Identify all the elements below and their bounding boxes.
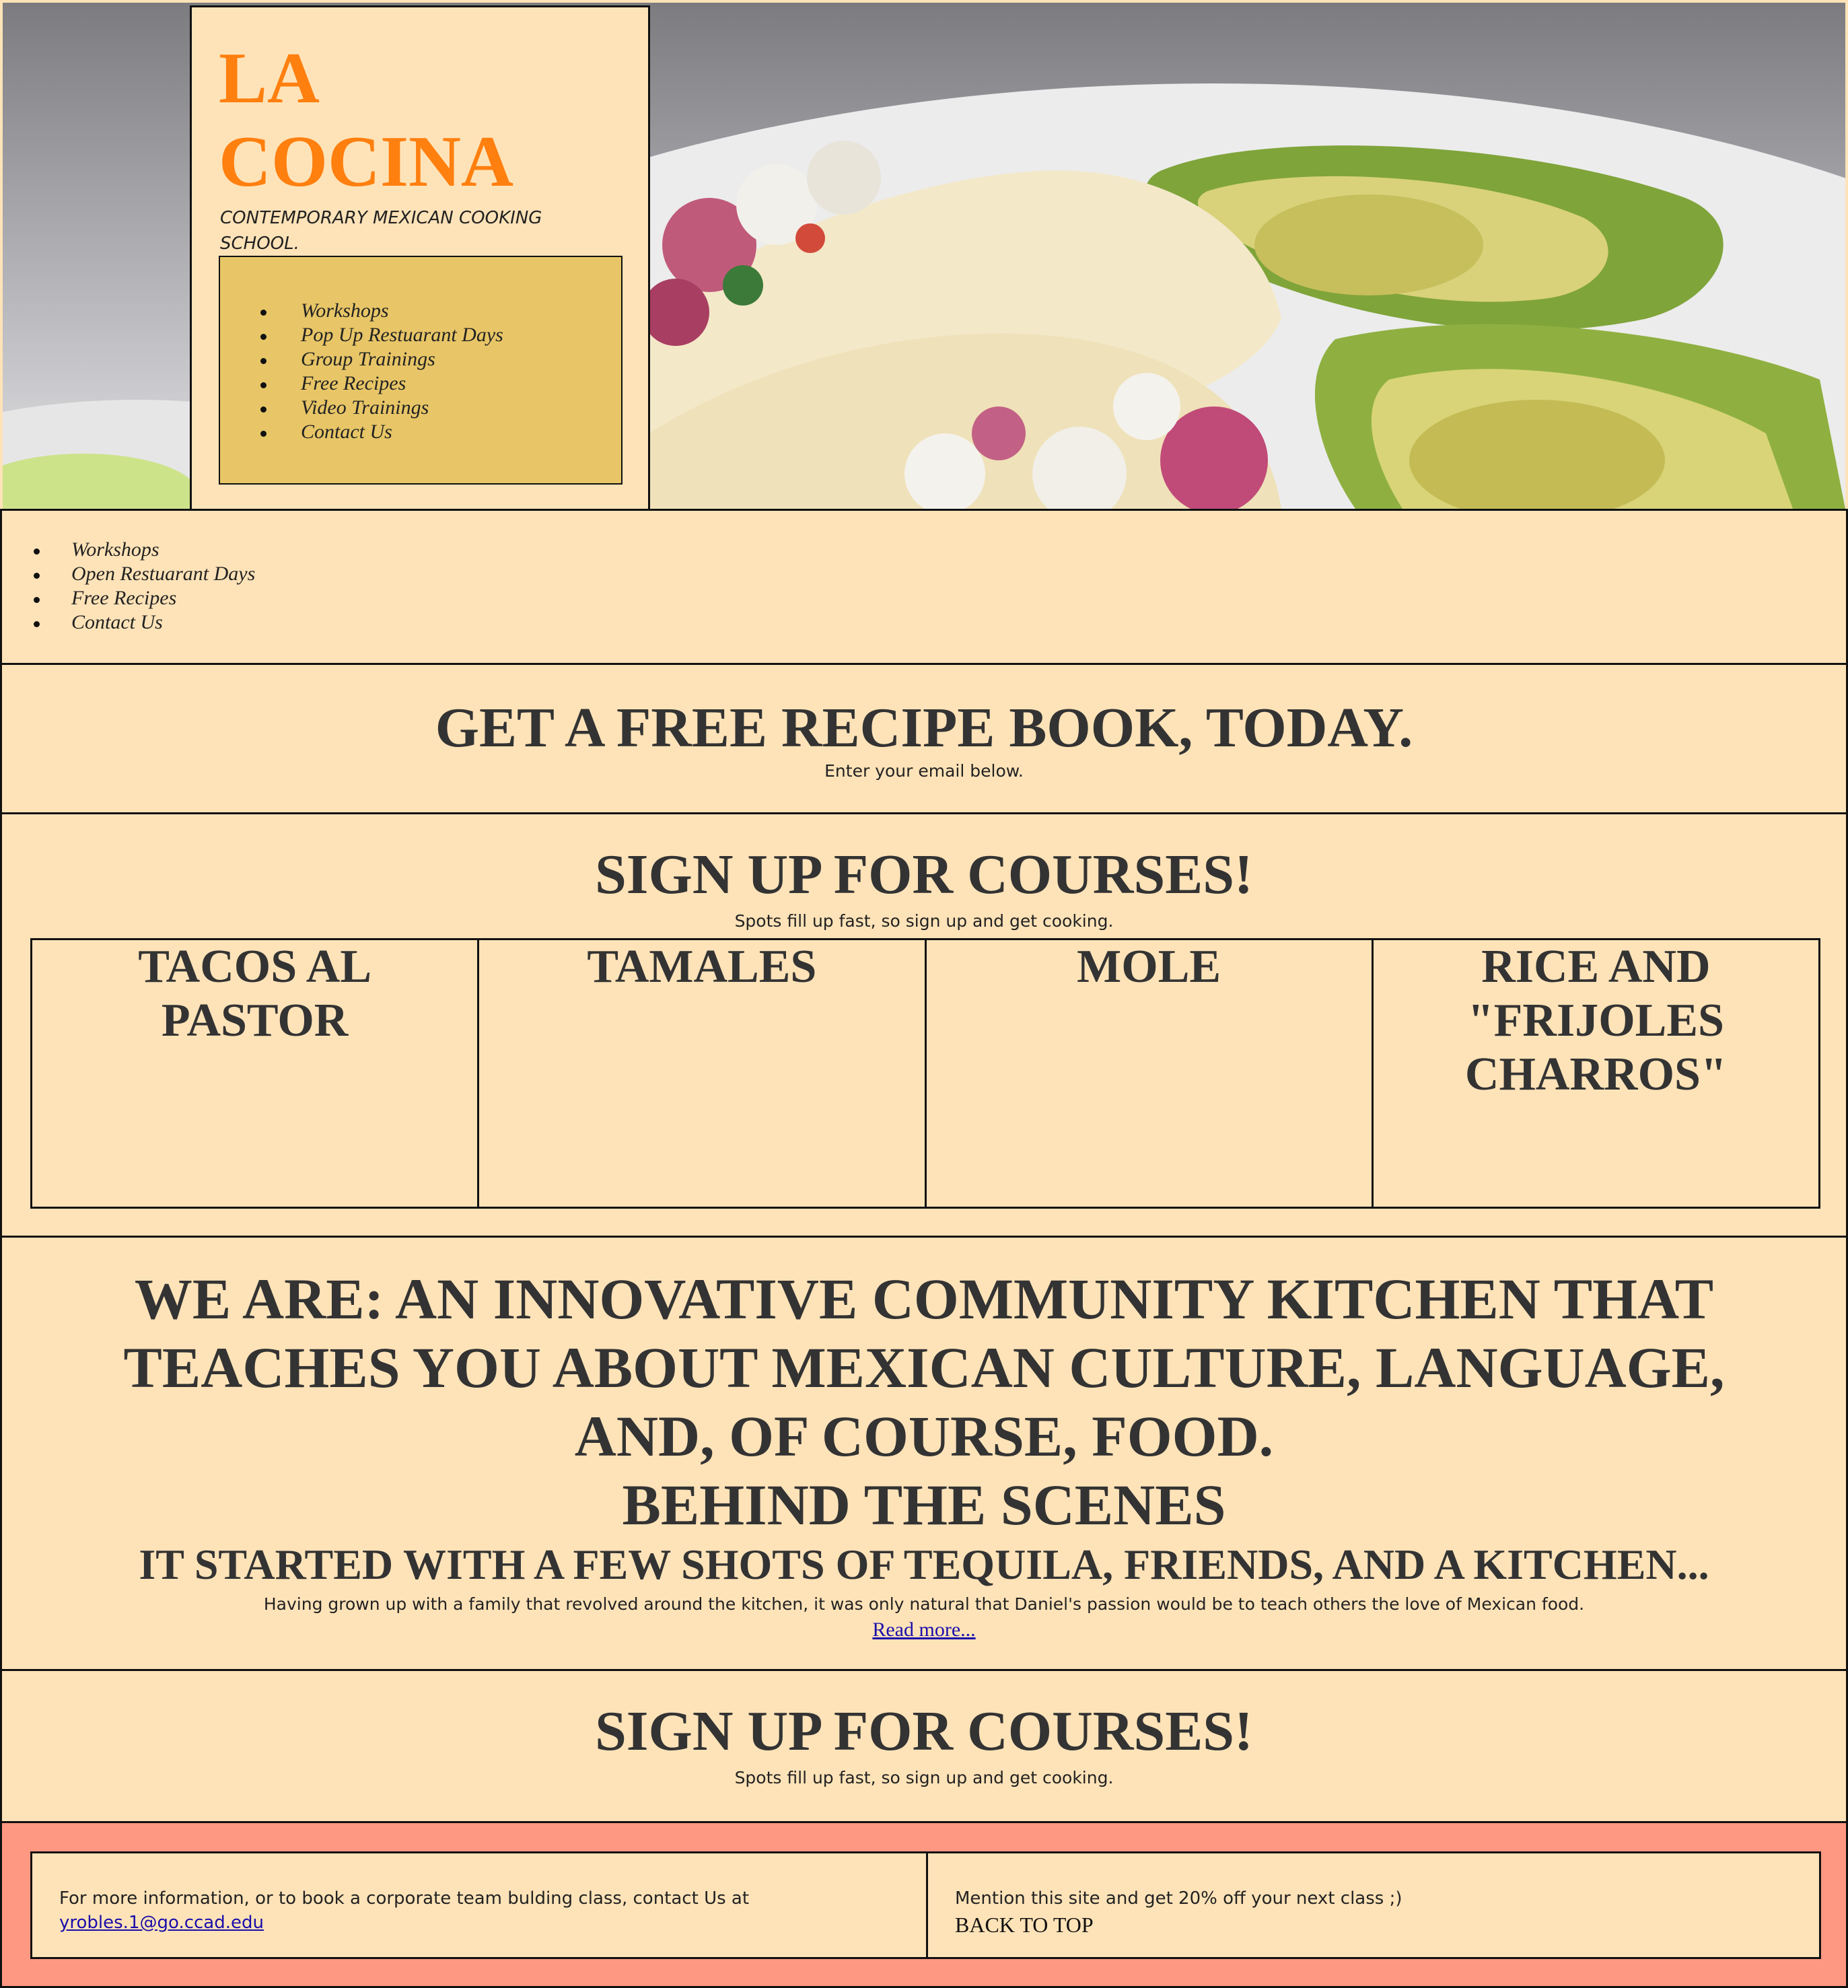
footer-contact-text: For more information, or to book a corpo… bbox=[59, 1888, 750, 1909]
secondary-nav-item-open-days[interactable]: Open Restuarant Days bbox=[33, 562, 255, 586]
course-card-tamales[interactable]: TAMALES bbox=[479, 940, 927, 1207]
footer-promo-text: Mention this site and get 20% off your n… bbox=[955, 1888, 1402, 1909]
hero-nav: Workshops Pop Up Restuarant Days Group T… bbox=[219, 256, 623, 485]
story-heading: IT STARTED WITH A FEW SHOTS OF TEQUILA, … bbox=[139, 1540, 1709, 1588]
about-section: WE ARE: AN INNOVATIVE COMMUNITY KITCHEN … bbox=[0, 1236, 1848, 1671]
hero-nav-item-contact[interactable]: Contact Us bbox=[260, 420, 503, 444]
free-recipe-subtext: Enter your email below. bbox=[824, 761, 1024, 781]
free-recipe-section: GET A FREE RECIPE BOOK, TODAY. Enter you… bbox=[0, 663, 1848, 814]
brand-title-line1: LA bbox=[219, 38, 320, 118]
secondary-nav-list: Workshops Open Restuarant Days Free Reci… bbox=[33, 538, 255, 635]
course-card-tacos[interactable]: TACOS AL PASTOR bbox=[32, 940, 480, 1207]
courses-heading: SIGN UP FOR COURSES! bbox=[595, 843, 1253, 906]
brand-card: LA COCINA CONTEMPORARY MEXICAN COOKING S… bbox=[190, 5, 650, 509]
about-headline-line1: WE ARE: AN INNOVATIVE COMMUNITY KITCHEN … bbox=[134, 1267, 1714, 1331]
secondary-nav: Workshops Open Restuarant Days Free Reci… bbox=[0, 509, 1848, 665]
secondary-nav-item-free-recipes[interactable]: Free Recipes bbox=[33, 586, 255, 610]
courses-subtext: Spots fill up fast, so sign up and get c… bbox=[734, 911, 1114, 931]
course-title: MOLE bbox=[1077, 941, 1221, 993]
courses-repeat-section: SIGN UP FOR COURSES! Spots fill up fast,… bbox=[0, 1669, 1848, 1823]
course-grid: TACOS AL PASTOR TAMALES MOLE RICE AND "F… bbox=[30, 938, 1820, 1209]
course-title: TACOS AL PASTOR bbox=[138, 941, 372, 1046]
page: LA COCINA CONTEMPORARY MEXICAN COOKING S… bbox=[0, 0, 1848, 1988]
hero-nav-item-free-recipes[interactable]: Free Recipes bbox=[260, 371, 503, 396]
courses-section: SIGN UP FOR COURSES! Spots fill up fast,… bbox=[0, 812, 1848, 1238]
footer-promo-box: Mention this site and get 20% off your n… bbox=[926, 1851, 1821, 1959]
hero-nav-list: Workshops Pop Up Restuarant Days Group T… bbox=[260, 299, 503, 444]
course-title: RICE AND "FRIJOLES CHARROS" bbox=[1464, 941, 1727, 1100]
course-card-rice-frijoles[interactable]: RICE AND "FRIJOLES CHARROS" bbox=[1374, 940, 1818, 1207]
behind-scenes-heading: BEHIND THE SCENES bbox=[622, 1472, 1226, 1537]
about-headline-line3: AND, OF COURSE, FOOD. bbox=[574, 1404, 1274, 1468]
hero-nav-item-group-trainings[interactable]: Group Trainings bbox=[260, 347, 503, 371]
hero-nav-item-video-trainings[interactable]: Video Trainings bbox=[260, 396, 503, 420]
footer-email-link[interactable]: yrobles.1@go.ccad.edu bbox=[59, 1913, 264, 1933]
courses-repeat-heading: SIGN UP FOR COURSES! bbox=[595, 1700, 1253, 1763]
course-title: TAMALES bbox=[587, 941, 817, 993]
read-more-link[interactable]: Read more... bbox=[2, 1619, 1846, 1641]
courses-repeat-subtext: Spots fill up fast, so sign up and get c… bbox=[734, 1768, 1114, 1787]
footer: For more information, or to book a corpo… bbox=[0, 1821, 1848, 1988]
story-text: Having grown up with a family that revol… bbox=[263, 1594, 1585, 1614]
about-headline-line2: TEACHES YOU ABOUT MEXICAN CULTURE, LANGU… bbox=[123, 1335, 1725, 1400]
brand-title-line2: COCINA bbox=[219, 122, 514, 202]
hero-nav-item-workshops[interactable]: Workshops bbox=[260, 299, 503, 323]
brand-tagline: CONTEMPORARY MEXICAN COOKING SCHOOL. bbox=[220, 208, 542, 254]
secondary-nav-item-workshops[interactable]: Workshops bbox=[33, 538, 255, 562]
hero-nav-item-popup-days[interactable]: Pop Up Restuarant Days bbox=[260, 323, 503, 347]
secondary-nav-item-contact[interactable]: Contact Us bbox=[33, 610, 255, 635]
course-card-mole[interactable]: MOLE bbox=[927, 940, 1374, 1207]
read-more-label: Read more... bbox=[872, 1619, 976, 1641]
hero-banner: LA COCINA CONTEMPORARY MEXICAN COOKING S… bbox=[3, 3, 1845, 509]
footer-contact-box: For more information, or to book a corpo… bbox=[30, 1851, 928, 1959]
back-to-top-link[interactable]: BACK TO TOP bbox=[955, 1913, 1094, 1938]
free-recipe-heading: GET A FREE RECIPE BOOK, TODAY. bbox=[435, 697, 1413, 759]
brand-title: LA COCINA bbox=[219, 37, 596, 204]
